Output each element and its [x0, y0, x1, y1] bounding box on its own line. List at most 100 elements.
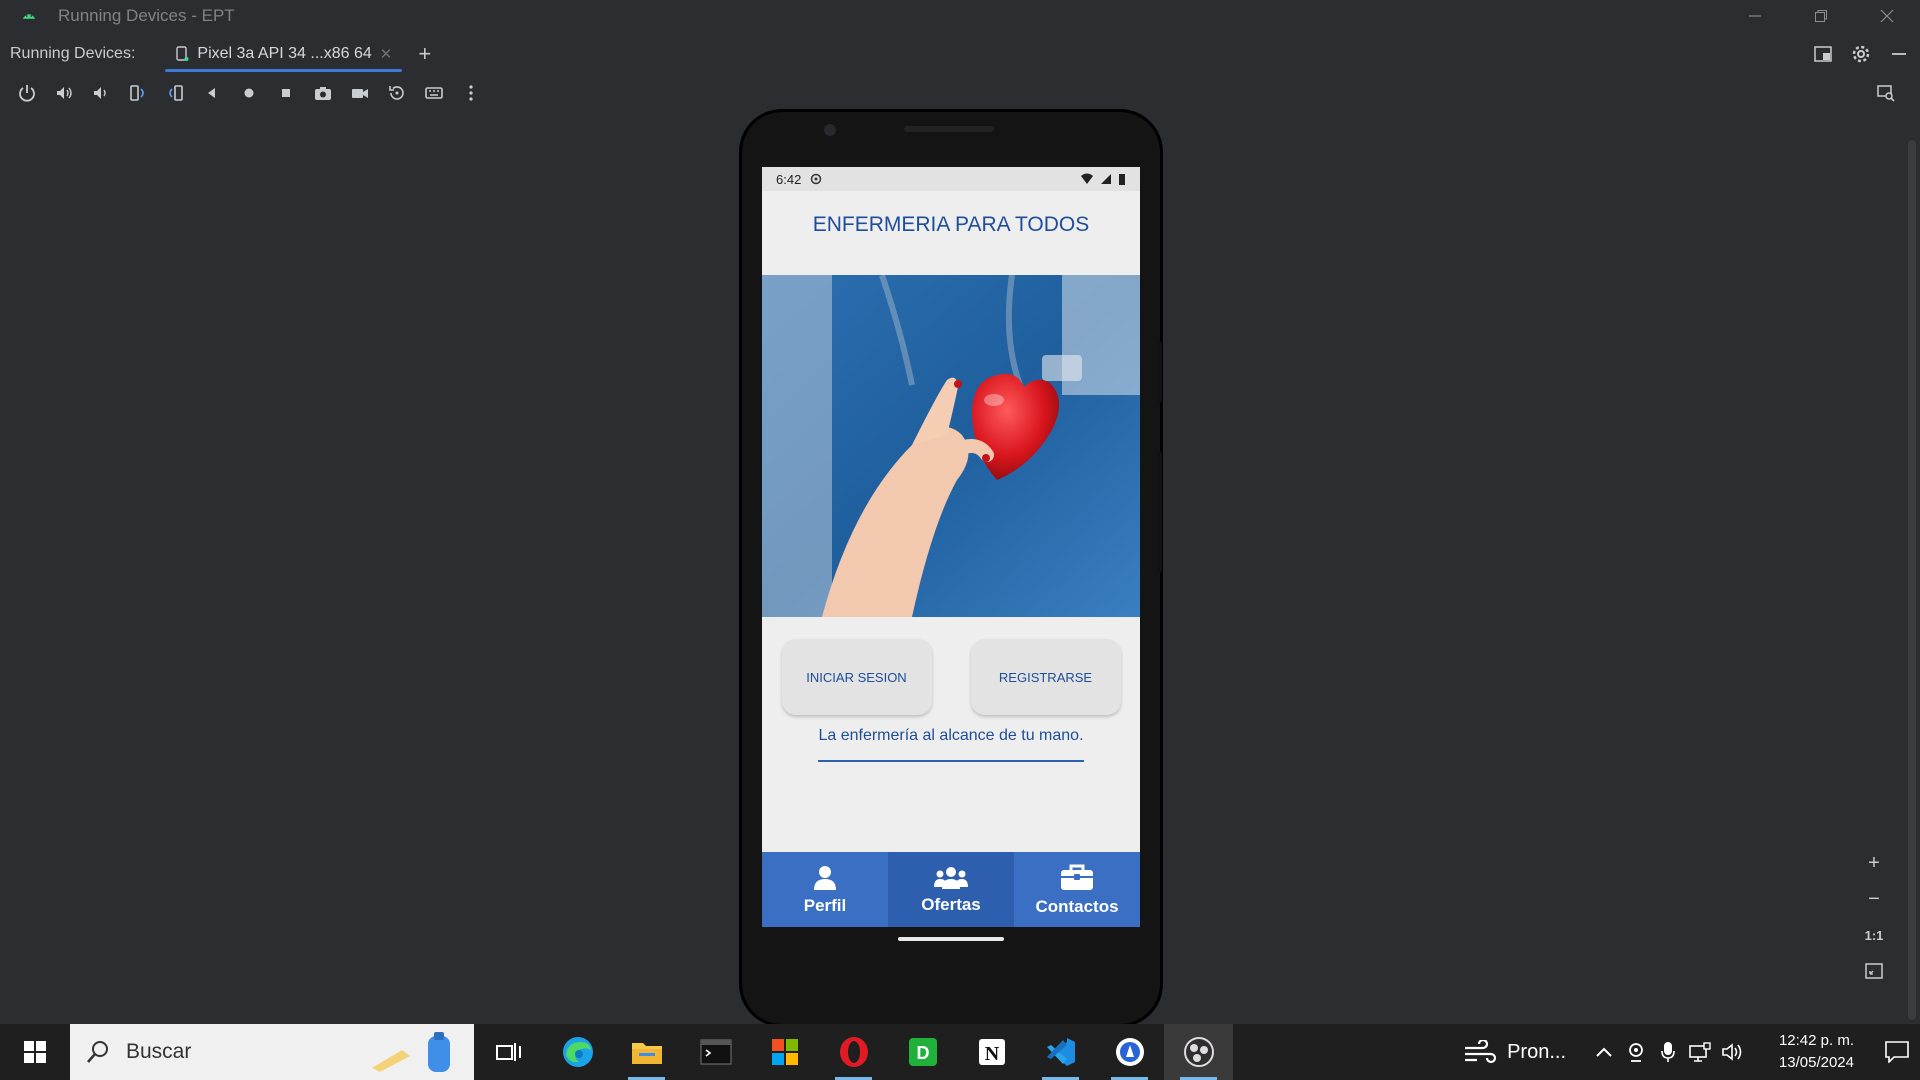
search-placeholder: Buscar — [126, 1040, 192, 1063]
cell-signal-icon — [1101, 174, 1111, 184]
taskbar-file-explorer[interactable] — [612, 1024, 681, 1080]
login-button[interactable]: INICIAR SESION — [781, 639, 932, 715]
rotate-left-icon — [130, 85, 144, 101]
tray-microphone-button[interactable] — [1652, 1041, 1684, 1063]
taskbar-task-view[interactable] — [474, 1024, 543, 1080]
taskbar-edge[interactable] — [543, 1024, 612, 1080]
restore-button[interactable] — [1788, 0, 1854, 32]
nav-label-perfil: Perfil — [803, 895, 847, 915]
keyboard-button[interactable] — [419, 78, 449, 108]
more-options-icon — [469, 85, 473, 101]
more-options-button[interactable] — [456, 78, 486, 108]
device-search-button[interactable] — [1871, 78, 1901, 108]
edge-icon — [562, 1037, 593, 1067]
hide-panel-icon[interactable] — [1890, 45, 1908, 63]
front-camera — [824, 124, 836, 136]
home-button[interactable] — [234, 78, 264, 108]
taskbar-d-app[interactable]: D — [888, 1024, 957, 1080]
layout-icon[interactable] — [1814, 45, 1832, 63]
volume-up-button[interactable] — [49, 78, 79, 108]
auth-buttons: INICIAR SESION REGISTRARSE — [762, 639, 1140, 715]
taskbar-microsoft-store[interactable] — [750, 1024, 819, 1080]
search-icon — [87, 1041, 108, 1063]
tray-camera-button[interactable] — [1620, 1042, 1652, 1062]
app-title: ENFERMERIA PARA TODOS — [762, 191, 1140, 259]
sync-icon — [811, 173, 822, 185]
settings-gear-icon[interactable] — [1852, 45, 1870, 63]
file-explorer-icon — [631, 1043, 662, 1064]
snapshot-icon — [389, 86, 404, 100]
opera-icon — [839, 1037, 868, 1067]
overview-button[interactable] — [271, 78, 301, 108]
overview-icon — [282, 89, 290, 97]
zoom-in-button[interactable]: + — [1859, 845, 1889, 881]
tab-label: Pixel 3a API 34 ...x86 64 — [197, 45, 372, 62]
taskbar-obs[interactable] — [1164, 1024, 1233, 1080]
tab-close-icon[interactable]: ✕ — [380, 45, 393, 63]
volume-down-button[interactable] — [86, 78, 116, 108]
close-window-button[interactable] — [1854, 0, 1920, 32]
snapshot-button[interactable] — [382, 78, 412, 108]
vertical-scrollbar[interactable] — [1908, 140, 1916, 1020]
restore-icon — [1815, 10, 1827, 22]
tray-network-button[interactable] — [1684, 1042, 1716, 1062]
zoom-out-button[interactable]: − — [1859, 881, 1889, 917]
side-button-power — [1158, 452, 1162, 572]
hero-image-nurse-heart — [762, 275, 1140, 617]
minimize-button[interactable] — [1722, 0, 1788, 32]
actual-size-button[interactable]: 1:1 — [1859, 917, 1889, 953]
start-button[interactable] — [0, 1024, 70, 1080]
rotate-right-button[interactable] — [160, 78, 190, 108]
battery-icon — [1119, 173, 1125, 185]
android-status-bar: 6:42 — [762, 167, 1140, 191]
rotate-left-button[interactable] — [123, 78, 153, 108]
tab-pixel-3a[interactable]: Pixel 3a API 34 ...x86 64 ✕ — [165, 36, 403, 72]
weather-widget[interactable]: Pron... — [1463, 1040, 1566, 1064]
bottom-navigation: Perfil Ofertas Contactos — [762, 852, 1140, 927]
status-time: 6:42 — [776, 171, 802, 187]
system-tray: Pron... 12:42 p. m. 13/05/2024 — [1463, 1024, 1920, 1080]
tray-volume-button[interactable] — [1716, 1042, 1748, 1062]
back-button[interactable] — [197, 78, 227, 108]
nav-label-ofertas: Ofertas — [921, 894, 981, 914]
screen-record-icon — [352, 89, 368, 98]
taskbar-notion[interactable]: N — [957, 1024, 1026, 1080]
taskbar-app-launcher[interactable] — [1095, 1024, 1164, 1080]
webcam-icon — [1629, 1043, 1643, 1062]
taskbar-opera[interactable] — [819, 1024, 888, 1080]
power-icon — [19, 85, 35, 102]
screen-record-button[interactable] — [345, 78, 375, 108]
screenshot-icon — [315, 87, 331, 100]
power-button[interactable] — [12, 78, 42, 108]
tagline-underline — [818, 760, 1084, 762]
nav-item-ofertas[interactable]: Ofertas — [888, 852, 1014, 927]
nav-item-perfil[interactable]: Perfil — [762, 852, 888, 927]
screenshot-button[interactable] — [308, 78, 338, 108]
fit-screen-button[interactable] — [1859, 953, 1889, 989]
device-icon — [176, 46, 189, 61]
show-hidden-icons-button[interactable] — [1588, 1047, 1620, 1057]
svg-text:N: N — [984, 1043, 999, 1065]
fit-screen-icon — [1865, 963, 1883, 979]
app-icon — [1115, 1038, 1144, 1066]
minimize-icon — [1749, 15, 1761, 17]
device-frame: 6:42 ENFERMERIA PARA TODOS INICIAR SESIO… — [742, 112, 1162, 1024]
notification-center-button[interactable] — [1874, 1041, 1920, 1063]
nav-label-contactos: Contactos — [1035, 896, 1119, 916]
close-icon — [1880, 9, 1894, 23]
taskbar-terminal[interactable] — [681, 1024, 750, 1080]
obs-icon — [1183, 1037, 1214, 1067]
windows-taskbar: Buscar D N Pron... 12:42 p. m. 13/05/202… — [0, 1024, 1920, 1080]
taskbar-search-box[interactable]: Buscar — [70, 1024, 474, 1080]
gesture-home-indicator[interactable] — [898, 937, 1004, 941]
windows-logo-icon — [24, 1041, 46, 1063]
nav-item-contactos[interactable]: Contactos — [1014, 852, 1140, 927]
taskbar-clock[interactable]: 12:42 p. m. 13/05/2024 — [1758, 1030, 1854, 1074]
add-device-button[interactable]: + — [418, 41, 431, 67]
network-icon — [1689, 1042, 1711, 1062]
volume-down-icon — [94, 87, 106, 99]
taskbar-vscode[interactable] — [1026, 1024, 1095, 1080]
terminal-icon — [700, 1039, 731, 1065]
register-button[interactable]: REGISTRARSE — [970, 639, 1121, 715]
device-screen[interactable]: 6:42 ENFERMERIA PARA TODOS INICIAR SESIO… — [762, 167, 1140, 927]
